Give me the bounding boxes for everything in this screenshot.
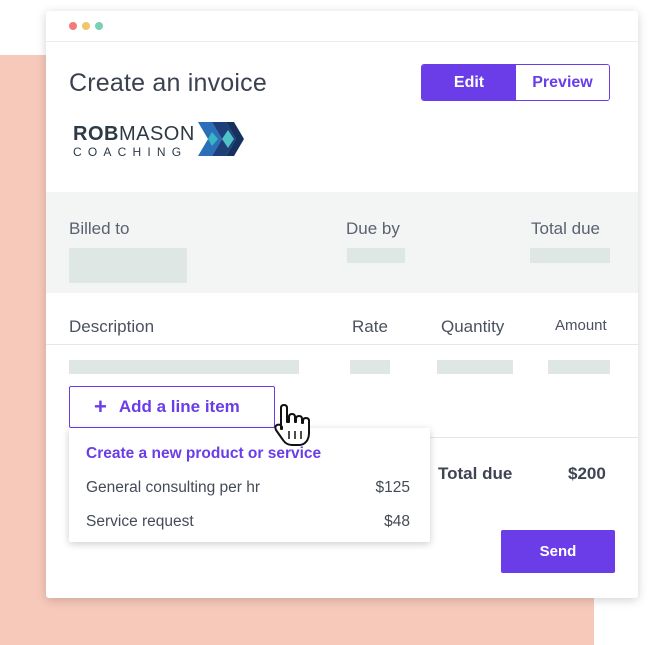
billed-to-label: Billed to: [69, 219, 130, 238]
company-logo: ROBMASON COACHING: [73, 122, 244, 162]
column-header-amount: Amount: [555, 317, 607, 334]
edit-button[interactable]: Edit: [422, 65, 516, 100]
maximize-window-dot[interactable]: [95, 22, 103, 30]
column-header-description: Description: [69, 317, 155, 336]
dropdown-item-service-request[interactable]: Service request $48: [69, 507, 430, 537]
column-header-rate: Rate: [352, 317, 388, 336]
close-window-dot[interactable]: [69, 22, 77, 30]
plus-icon: +: [94, 394, 107, 419]
due-by-label: Due by: [346, 219, 400, 238]
header-divider: [46, 344, 638, 345]
dropdown-item-price: $125: [375, 479, 410, 496]
totals-divider: [408, 437, 638, 438]
dropdown-item-price: $48: [384, 513, 410, 530]
column-header-quantity: Quantity: [441, 317, 505, 336]
billed-to-field[interactable]: [69, 248, 187, 283]
edit-preview-toggle: Edit Preview: [421, 64, 610, 101]
minimize-window-dot[interactable]: [82, 22, 90, 30]
line-item-quantity-field[interactable]: [437, 360, 513, 374]
logo-subtitle: COACHING: [73, 145, 188, 159]
dropdown-item-general-consulting[interactable]: General consulting per hr $125: [69, 473, 430, 503]
line-item-description-field[interactable]: [69, 360, 299, 374]
dropdown-item-name: General consulting per hr: [86, 479, 261, 496]
total-due-field: [530, 248, 610, 263]
total-due-label: Total due: [438, 464, 513, 483]
product-dropdown-menu: Create a new product or service General …: [69, 428, 430, 542]
dropdown-item-name: Service request: [86, 513, 194, 530]
add-line-item-label: Add a line item: [118, 397, 240, 416]
hand-pointer-cursor-icon: [274, 404, 310, 446]
send-button[interactable]: Send: [501, 530, 615, 573]
total-due-value: $200: [568, 464, 606, 483]
due-by-field[interactable]: [347, 248, 405, 263]
total-due-header-label: Total due: [531, 219, 600, 238]
logo-chevron-icon: [198, 122, 244, 156]
window-titlebar: [46, 11, 638, 42]
page-title: Create an invoice: [69, 69, 267, 97]
logo-name: ROBMASON: [73, 123, 195, 145]
invoice-window: Create an invoice Edit Preview ROBMASON …: [46, 11, 638, 598]
line-item-rate-field[interactable]: [350, 360, 390, 374]
add-line-item-button[interactable]: + Add a line item: [69, 386, 275, 428]
billing-section: Billed to Due by Total due: [46, 192, 638, 293]
preview-button[interactable]: Preview: [516, 65, 609, 100]
line-item-amount-field: [548, 360, 610, 374]
